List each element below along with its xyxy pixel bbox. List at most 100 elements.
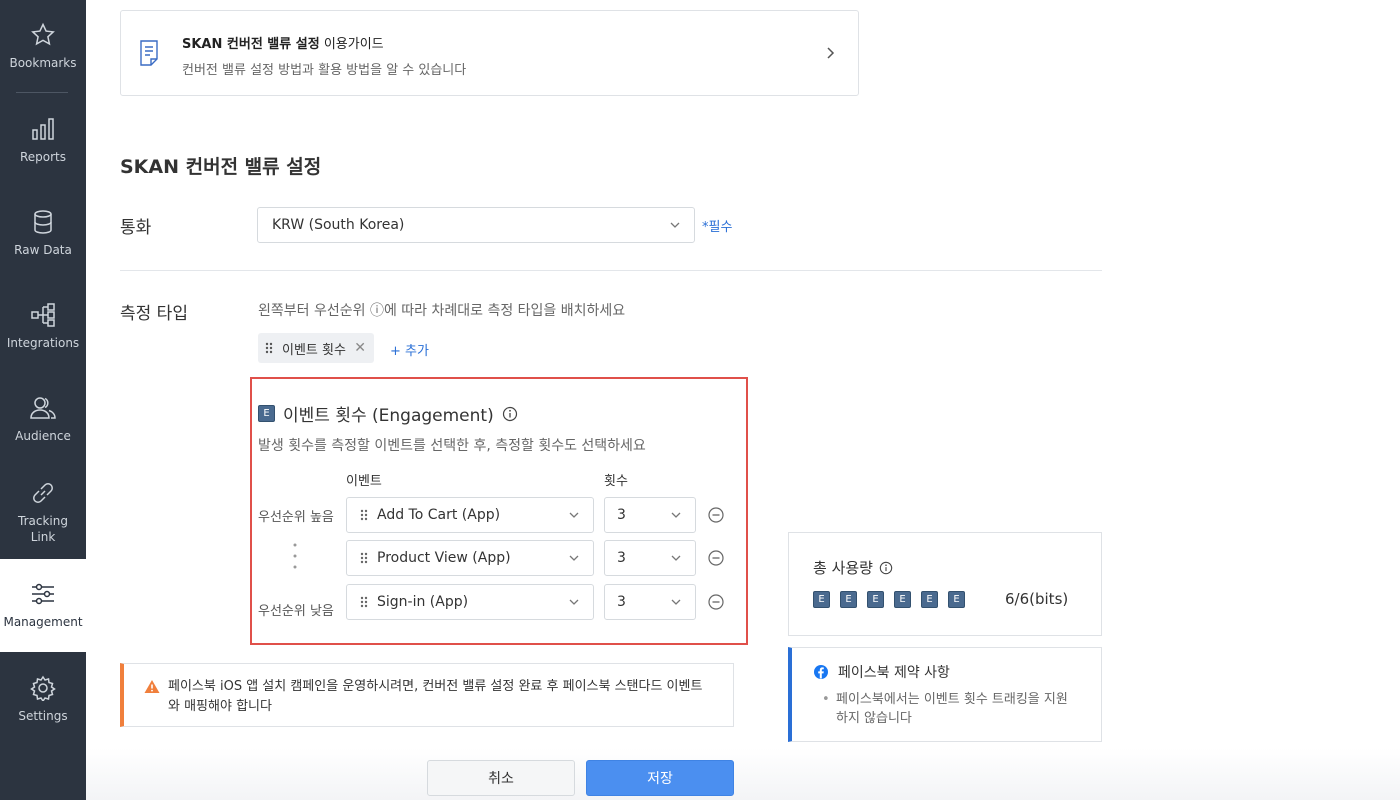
priority-dots-icon xyxy=(293,543,297,569)
event-select[interactable]: Sign-in (App) xyxy=(346,584,594,620)
engagement-panel: E 이벤트 횟수 (Engagement) 발생 횟수를 측정할 이벤트를 선택… xyxy=(250,377,748,645)
sliders-icon xyxy=(32,583,54,605)
bar-chart-icon xyxy=(32,118,54,140)
usage-bit-badge: E xyxy=(840,591,857,608)
usage-value: 6/6(bits) xyxy=(1005,590,1069,608)
sidebar-item-settings[interactable]: Settings xyxy=(0,675,86,724)
sidebar-item-audience[interactable]: Audience xyxy=(0,395,86,444)
count-select[interactable]: 3 xyxy=(604,540,696,576)
chip-label: 이벤트 횟수 xyxy=(282,342,346,358)
drag-handle-icon[interactable] xyxy=(359,508,369,522)
chevron-down-icon xyxy=(569,555,579,561)
sidebar-item-label: Raw Data xyxy=(14,243,72,257)
usage-bit-badge: E xyxy=(948,591,965,608)
sidebar-item-label: Bookmarks xyxy=(9,56,77,70)
count-select[interactable]: 3 xyxy=(604,584,696,620)
drag-handle-icon[interactable] xyxy=(359,595,369,609)
usage-bit-badge: E xyxy=(867,591,884,608)
drag-handle-icon[interactable] xyxy=(264,341,274,355)
event-select[interactable]: Product View (App) xyxy=(346,540,594,576)
audience-icon xyxy=(30,397,56,419)
warning-alert: 페이스북 iOS 앱 설치 캠페인을 운영하시려면, 컨버전 밸류 설정 완료 … xyxy=(120,663,734,727)
measure-type-hint: 왼쪽부터 우선순위 ⓘ에 따라 차례대로 측정 타입을 배치하세요 xyxy=(258,303,626,319)
sidebar-item-tracking-link[interactable]: Tracking Link xyxy=(0,480,86,545)
warning-icon xyxy=(144,680,160,693)
sidebar-divider xyxy=(16,92,68,93)
usage-bit-badge: E xyxy=(921,591,938,608)
usage-card: 총 사용량 E E E E E E 6/6(bits) xyxy=(788,532,1102,636)
chevron-down-icon xyxy=(671,512,681,518)
currency-select[interactable]: KRW (South Korea) xyxy=(257,207,695,243)
warning-text: 페이스북 iOS 앱 설치 캠페인을 운영하시려면, 컨버전 밸류 설정 완료 … xyxy=(168,679,703,714)
chevron-down-icon xyxy=(671,555,681,561)
guide-title-bold: SKAN 컨버전 밸류 설정 xyxy=(182,37,320,52)
guide-title: SKAN 컨버전 밸류 설정 이용가이드 xyxy=(182,33,384,52)
database-icon xyxy=(34,210,52,234)
sidebar-item-raw-data[interactable]: Raw Data xyxy=(0,209,86,258)
count-select[interactable]: 3 xyxy=(604,497,696,533)
guide-title-rest: 이용가이드 xyxy=(319,37,384,52)
sidebar-item-label: Reports xyxy=(19,150,67,164)
sidebar-item-label: Tracking Link xyxy=(18,514,68,544)
currency-select-value: KRW (South Korea) xyxy=(272,217,405,233)
footer-bar xyxy=(86,748,1400,800)
event-select-value: Product View (App) xyxy=(377,550,511,566)
engagement-title-text: 이벤트 횟수 (Engagement) xyxy=(283,406,494,426)
remove-row-icon[interactable] xyxy=(708,550,724,566)
engagement-title: E 이벤트 횟수 (Engagement) xyxy=(258,401,518,426)
chevron-down-icon xyxy=(670,222,680,228)
add-measure-link[interactable]: + 추가 xyxy=(390,340,429,359)
count-select-value: 3 xyxy=(617,594,626,610)
info-icon[interactable] xyxy=(879,561,893,575)
count-select-value: 3 xyxy=(617,550,626,566)
sidebar: Bookmarks Reports Raw Data Integrations … xyxy=(0,0,86,800)
engagement-badge: E xyxy=(258,405,275,422)
integrations-icon xyxy=(31,303,55,327)
measure-type-chip[interactable]: 이벤트 횟수 ✕ xyxy=(258,333,374,363)
guide-card[interactable]: SKAN 컨버전 밸류 설정 이용가이드 컨버전 밸류 설정 방법과 활용 방법… xyxy=(120,10,859,96)
sidebar-item-label: Management xyxy=(3,615,83,629)
facebook-restrictions-title-text: 페이스북 제약 사항 xyxy=(838,665,950,681)
sidebar-item-integrations[interactable]: Integrations xyxy=(0,302,86,351)
chevron-down-icon xyxy=(569,512,579,518)
count-select-value: 3 xyxy=(617,507,626,523)
facebook-restrictions-title: 페이스북 제약 사항 xyxy=(814,662,950,682)
sidebar-item-label: Integrations xyxy=(6,336,80,350)
facebook-restrictions-card: 페이스북 제약 사항 페이스북에서는 이벤트 횟수 트래킹을 지원하지 않습니다 xyxy=(788,647,1102,742)
info-icon[interactable] xyxy=(502,406,518,422)
drag-handle-icon[interactable] xyxy=(359,551,369,565)
priority-low-label: 우선순위 낮음 xyxy=(258,604,334,619)
engagement-description: 발생 횟수를 측정할 이벤트를 선택한 후, 측정할 횟수도 선택하세요 xyxy=(258,438,646,454)
sidebar-item-reports[interactable]: Reports xyxy=(0,116,86,165)
page-title: SKAN 컨버전 밸류 설정 xyxy=(120,156,322,178)
usage-bit-badge: E xyxy=(813,591,830,608)
required-marker: *필수 xyxy=(702,220,733,235)
priority-high-label: 우선순위 높음 xyxy=(258,510,334,525)
gear-icon xyxy=(30,675,56,701)
sidebar-item-label: Audience xyxy=(15,429,71,443)
cancel-button[interactable]: 취소 xyxy=(427,760,575,796)
link-icon xyxy=(33,483,53,503)
main-content: SKAN 컨버전 밸류 설정 이용가이드 컨버전 밸류 설정 방법과 활용 방법… xyxy=(86,0,1400,800)
usage-bits: E E E E E E xyxy=(813,591,965,608)
remove-row-icon[interactable] xyxy=(708,594,724,610)
divider xyxy=(120,270,1102,271)
measure-type-label: 측정 타입 xyxy=(120,304,188,324)
facebook-icon xyxy=(814,665,828,679)
guide-description: 컨버전 밸류 설정 방법과 활용 방법을 알 수 있습니다 xyxy=(182,63,467,78)
count-column-header: 횟수 xyxy=(604,474,628,489)
sidebar-item-management[interactable]: Management xyxy=(0,559,86,652)
chevron-down-icon xyxy=(569,599,579,605)
close-icon[interactable]: ✕ xyxy=(354,340,366,356)
save-button[interactable]: 저장 xyxy=(586,760,734,796)
usage-bit-badge: E xyxy=(894,591,911,608)
sidebar-item-bookmarks[interactable]: Bookmarks xyxy=(0,22,86,71)
star-icon xyxy=(31,22,55,46)
sidebar-item-label: Settings xyxy=(18,709,68,723)
remove-row-icon[interactable] xyxy=(708,507,724,523)
facebook-restriction-item: 페이스북에서는 이벤트 횟수 트래킹을 지원하지 않습니다 xyxy=(822,690,1076,728)
event-select[interactable]: Add To Cart (App) xyxy=(346,497,594,533)
chevron-right-icon xyxy=(827,47,835,59)
usage-title-text: 총 사용량 xyxy=(813,559,873,577)
event-select-value: Sign-in (App) xyxy=(377,594,469,610)
